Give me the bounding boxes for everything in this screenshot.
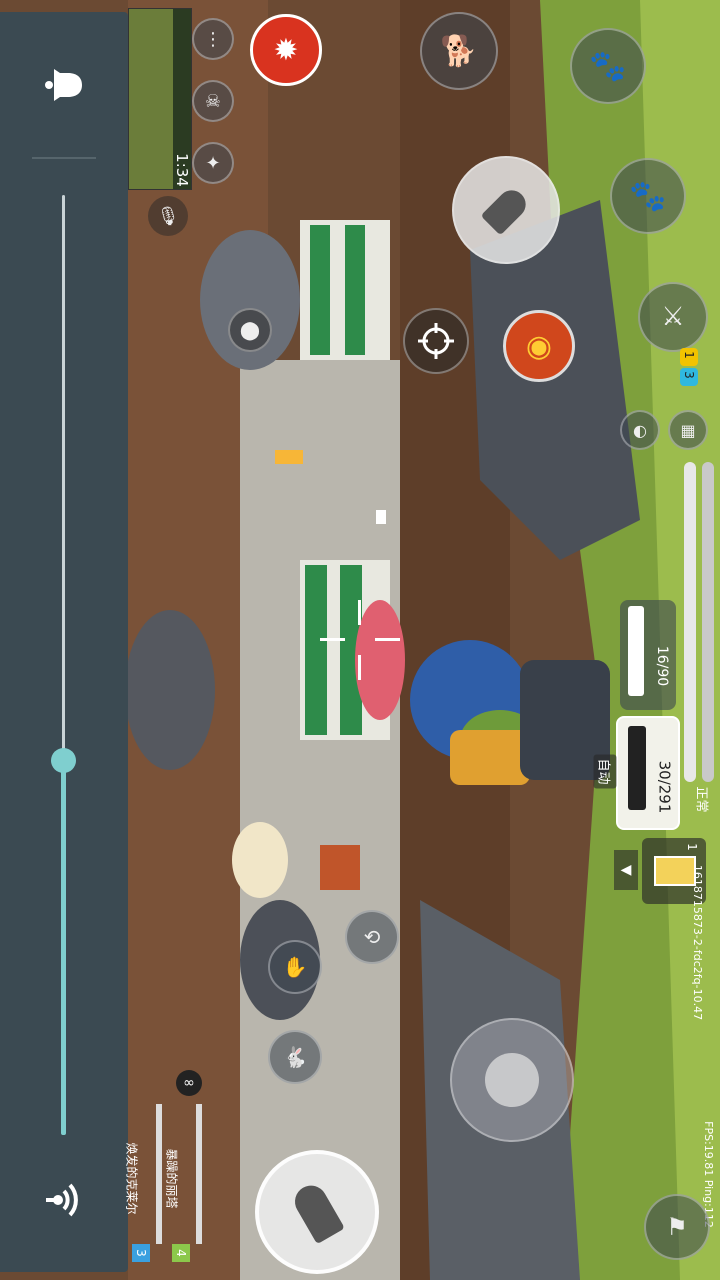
assault-rifle-icon	[628, 726, 646, 810]
teammate-name: 暴躁的丽塔	[164, 1148, 179, 1209]
dance-button[interactable]: ✦	[192, 142, 234, 184]
bullet-icon	[480, 184, 532, 236]
stance-label: 正常	[693, 786, 709, 813]
map-icon: ⚑	[666, 1213, 688, 1241]
ultimate-skill-button[interactable]: ✹	[250, 14, 322, 86]
game-scene: 1:34 ⋮ ☠ ✦ 🎙 ⬤ ✹ ◉ 🐕 🐾 🐾 ⚔ 1 3 ◐ ▦ 正常 16…	[0, 0, 720, 1280]
bullet-icon	[289, 1179, 345, 1245]
prone-icon: 🐾	[629, 178, 667, 214]
panel-divider	[32, 157, 96, 159]
pickup-button[interactable]: ✋	[268, 940, 322, 994]
hand-icon: ✋	[282, 955, 308, 979]
volume-panel	[0, 12, 128, 1272]
health-bar	[684, 462, 696, 782]
armor-bar	[702, 462, 714, 782]
battery-icon	[654, 856, 696, 886]
minimap[interactable]: 1:34	[128, 8, 192, 190]
match-timer: 1:34	[172, 153, 191, 187]
emote-wheel-button[interactable]: 🐇	[268, 1030, 322, 1084]
teammate-slot-badge: 3	[132, 1244, 150, 1262]
sniper-rifle-icon	[628, 606, 644, 696]
grenade-skill-button[interactable]: ◉	[503, 310, 575, 382]
ultimate-icon: ✹	[273, 32, 299, 68]
backpack-icon: ▦	[680, 420, 696, 440]
fireball-icon: ◉	[525, 328, 553, 364]
reload-button[interactable]: ⟲	[345, 910, 399, 964]
link-icon: ∞	[176, 1070, 202, 1096]
skull-icon: ☠	[204, 90, 222, 112]
volume-slider-thumb[interactable]	[51, 748, 76, 773]
armor-icon: ◐	[633, 420, 647, 440]
session-id: 1618715873-2-fdc2fq-10.47	[691, 864, 705, 1021]
jump-icon: 🐕	[440, 33, 478, 69]
map-marker-button[interactable]: ⬤	[228, 308, 272, 352]
crouch-icon: 🐾	[589, 48, 627, 84]
backpack-button[interactable]: ▦	[668, 410, 708, 450]
armor-button[interactable]: ◐	[620, 410, 660, 450]
bell-icon[interactable]	[42, 62, 88, 108]
location-pin-icon: ⬤	[239, 319, 261, 341]
aim-button[interactable]	[403, 308, 469, 374]
mic-muted-icon: 🎙	[156, 205, 180, 227]
mic-button[interactable]: 🎙	[148, 196, 188, 236]
rabbit-icon: 🐇	[282, 1045, 308, 1069]
reload-icon: ⟲	[363, 925, 381, 949]
dash-icon: ⚔	[661, 302, 685, 332]
teammate-4[interactable]: 4 暴躁的丽塔	[165, 1100, 206, 1265]
secondary-weapon-slot[interactable]: 16/90	[620, 600, 676, 710]
skill-charge-a: 1	[680, 348, 698, 366]
secondary-ammo: 16/90	[654, 645, 671, 687]
primary-ammo: 30/291	[655, 760, 674, 814]
minimap-toggle-button[interactable]: ⚑	[644, 1194, 710, 1260]
teammate-slot-badge: 4	[172, 1244, 190, 1262]
consumable-expand-arrow[interactable]: ◀	[614, 850, 638, 890]
teammate-name: 焕发的克莱尔	[124, 1142, 139, 1215]
volume-slider-fill	[61, 760, 66, 1135]
emote-button[interactable]: ☠	[192, 80, 234, 122]
crosshair-icon	[418, 323, 454, 359]
teammate-health-bar	[196, 1104, 202, 1244]
skill-button[interactable]: ⚔	[638, 282, 708, 352]
consumable-count: 1	[684, 843, 699, 851]
prone-button[interactable]: 🐾	[610, 158, 686, 234]
jump-button[interactable]: 🐕	[420, 12, 498, 90]
movement-joystick[interactable]	[450, 1018, 574, 1142]
crosshair	[320, 600, 400, 680]
teammate-3[interactable]: 3 焕发的克莱尔	[125, 1100, 166, 1265]
teammate-health-bar	[156, 1104, 162, 1244]
main-fire-button[interactable]	[255, 1150, 379, 1274]
chat-icon: ⋮	[204, 28, 222, 50]
fire-mode-label: 自动	[593, 754, 617, 789]
joystick-knob	[485, 1053, 539, 1107]
crouch-button[interactable]: 🐾	[570, 28, 646, 104]
signal-icon[interactable]	[42, 1177, 88, 1223]
chat-button[interactable]: ⋮	[192, 18, 234, 60]
figure-icon: ✦	[205, 152, 221, 174]
fire-joystick[interactable]	[452, 156, 560, 264]
skill-charge-b: 3	[680, 368, 698, 386]
primary-weapon-slot[interactable]: 30/291	[616, 716, 680, 830]
